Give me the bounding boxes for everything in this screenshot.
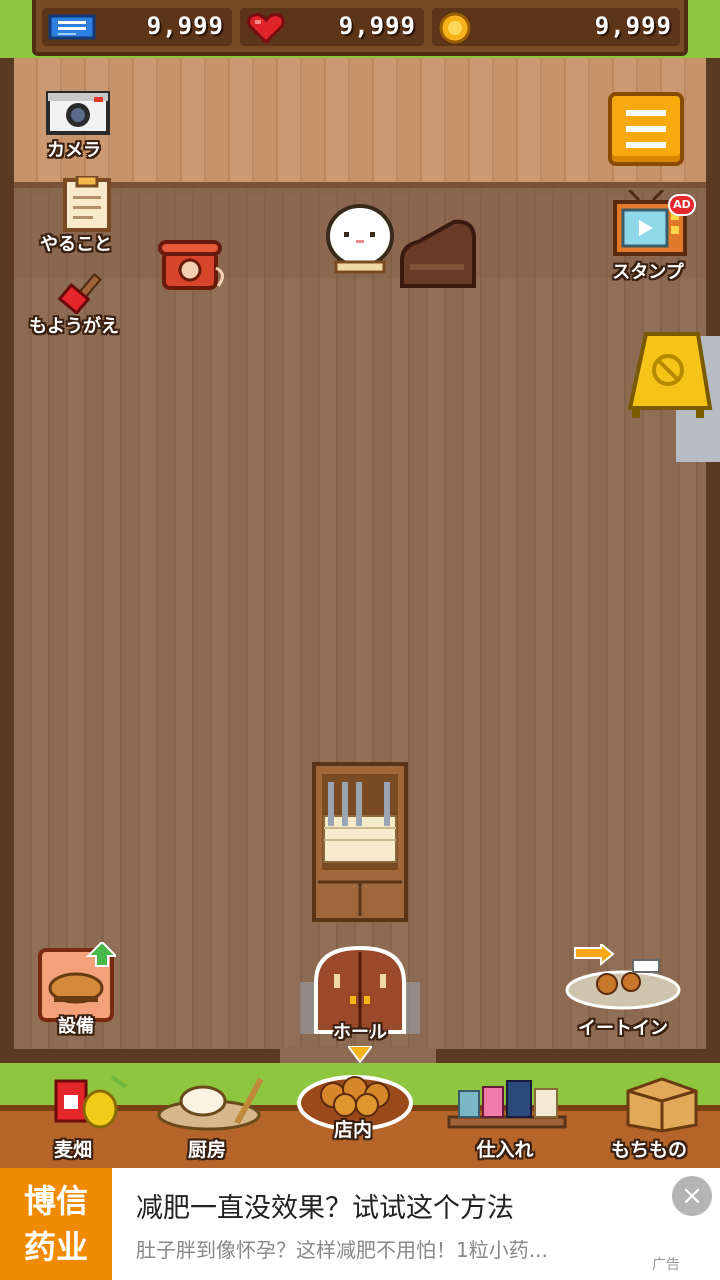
room-right-edge xyxy=(706,58,720,1063)
heart-icon xyxy=(247,13,285,44)
stamp-button[interactable]: AD スタンプ xyxy=(596,188,700,286)
nav-store-label: 店内 xyxy=(333,1119,372,1141)
nav-wheat-field-label: 麦畑 xyxy=(53,1139,92,1161)
wheat-field-icon xyxy=(54,1075,127,1129)
resource-bar: 9,999 9,999 9,999 xyxy=(0,0,720,58)
nav-wheat-field[interactable]: 麦畑 xyxy=(8,1073,138,1168)
kitchen-icon xyxy=(157,1077,264,1131)
heart-counter: 9,999 xyxy=(240,8,424,46)
ad-badge: AD xyxy=(668,194,696,216)
ad-banner[interactable]: 博信 药业 减肥一直没效果？试试这个方法 肚子胖到像怀孕？这样减肥不用怕！1粒小… xyxy=(0,1168,720,1280)
ad-close-button[interactable]: × xyxy=(672,1176,712,1216)
stamp-label: スタンプ xyxy=(612,262,684,283)
redecorate-button[interactable]: もようがえ xyxy=(18,268,130,340)
nav-store[interactable]: 店内 xyxy=(288,1063,418,1158)
caution-sign[interactable] xyxy=(624,330,720,462)
resource-bar-frame: 9,999 9,999 9,999 xyxy=(32,0,688,56)
menu-bar-icon xyxy=(626,110,666,116)
eat-in-table-icon xyxy=(565,941,681,1010)
stock-shelf-icon xyxy=(447,1080,566,1129)
bottom-navigation: 麦畑 厨房 店内 仕入れ もちもの xyxy=(0,1063,720,1168)
main-menu-button[interactable] xyxy=(608,92,684,166)
coin-counter: 9,999 xyxy=(432,8,680,46)
ad-title: 减肥一直没效果？试试这个方法 xyxy=(136,1193,514,1224)
menu-bar-icon xyxy=(626,126,666,132)
armchair-furniture[interactable] xyxy=(398,216,478,290)
paintbrush-icon xyxy=(57,273,102,316)
ad-logo: 博信 药业 xyxy=(0,1168,112,1280)
room-left-edge xyxy=(0,58,14,1063)
todo-button[interactable]: やること xyxy=(28,174,124,256)
camera-label: カメラ xyxy=(47,140,101,161)
eat-in-button[interactable]: イートイン xyxy=(560,941,686,1040)
ticket-counter: 9,999 xyxy=(42,8,232,46)
nav-stock[interactable]: 仕入れ xyxy=(440,1073,570,1168)
ad-subtitle: 肚子胖到像怀孕？这样减肥不用怕！1粒小药... xyxy=(136,1238,548,1262)
menu-bar-icon xyxy=(626,142,666,148)
wooden-wall xyxy=(14,58,706,188)
equipment-button[interactable]: 設備 xyxy=(34,940,119,1042)
nav-kitchen[interactable]: 厨房 xyxy=(142,1073,272,1168)
telephone-icon[interactable] xyxy=(156,238,228,292)
ticket-count: 9,999 xyxy=(146,12,224,40)
camera-icon xyxy=(45,91,110,135)
location-arrow-icon xyxy=(348,1046,372,1064)
ad-logo-line2: 药业 xyxy=(23,1228,88,1266)
hall-door-button[interactable]: ホール xyxy=(296,944,424,1048)
heart-count: 9,999 xyxy=(338,12,416,40)
camera-button[interactable]: カメラ xyxy=(34,88,114,161)
todo-label: やること xyxy=(40,234,112,255)
box-icon xyxy=(626,1077,697,1133)
oven-tray-icon xyxy=(38,940,119,1022)
nav-stock-label: 仕入れ xyxy=(476,1139,534,1161)
eat-in-label: イートイン xyxy=(578,1018,668,1039)
ad-tag: 广告 xyxy=(652,1257,680,1273)
coin-count: 9,999 xyxy=(594,12,672,40)
coin-icon xyxy=(439,12,471,44)
mochi-character[interactable] xyxy=(324,200,396,276)
clipboard-icon xyxy=(63,174,111,232)
cutlery-cabinet[interactable] xyxy=(312,762,408,922)
ticket-icon xyxy=(48,14,96,40)
nav-kitchen-label: 厨房 xyxy=(187,1139,226,1161)
ad-logo-line1: 博信 xyxy=(23,1182,88,1220)
nav-inventory[interactable]: もちもの xyxy=(584,1073,714,1168)
redecorate-label: もようがえ xyxy=(29,316,119,337)
nav-inventory-label: もちもの xyxy=(610,1139,687,1161)
